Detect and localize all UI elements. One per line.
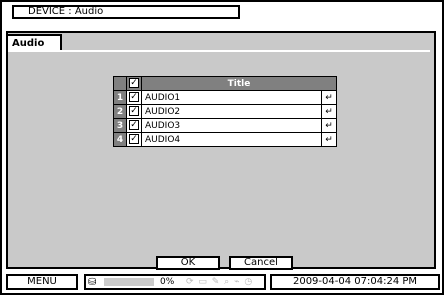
table-row: 2 ✓ AUDIO2 ↵	[113, 104, 337, 119]
audio-table: ✓ Title 1 ✓ AUDIO1 ↵ 2 ✓ AUDIO2 ↵ 3 ✓ AU…	[113, 76, 337, 147]
page-title: DEVICE : Audio	[12, 5, 240, 19]
header-title: Title	[141, 76, 337, 91]
enter-icon[interactable]: ↵	[321, 132, 337, 147]
row-title: AUDIO3	[141, 118, 322, 133]
select-all-checkbox[interactable]: ✓	[129, 78, 139, 88]
disk-usage-bar	[104, 278, 154, 286]
header-num-cell	[113, 76, 127, 91]
row-checkbox-cell[interactable]: ✓	[126, 90, 142, 105]
row-number: 3	[113, 118, 127, 133]
table-row: 4 ✓ AUDIO4 ↵	[113, 132, 337, 147]
disk-usage-percent: 0%	[160, 277, 175, 287]
disk-icon: ⛁	[88, 277, 97, 288]
row-title: AUDIO1	[141, 90, 322, 105]
datetime-display: 2009-04-04 07:04:24 PM	[270, 274, 440, 290]
row-checkbox-cell[interactable]: ✓	[126, 104, 142, 119]
row-checkbox-cell[interactable]: ✓	[126, 132, 142, 147]
row-title: AUDIO2	[141, 104, 322, 119]
row-checkbox-cell[interactable]: ✓	[126, 118, 142, 133]
ok-button[interactable]: OK	[156, 256, 220, 270]
row-title: AUDIO4	[141, 132, 322, 147]
status-icons: ⟳ ▭ ✎ ⌕ ⌁ ◷	[186, 277, 254, 287]
row-checkbox[interactable]: ✓	[129, 92, 139, 102]
table-header-row: ✓ Title	[113, 76, 337, 91]
row-checkbox[interactable]: ✓	[129, 134, 139, 144]
row-number: 2	[113, 104, 127, 119]
enter-icon[interactable]: ↵	[321, 104, 337, 119]
row-checkbox[interactable]: ✓	[129, 120, 139, 130]
tab-divider	[10, 50, 430, 52]
enter-icon[interactable]: ↵	[321, 90, 337, 105]
menu-button[interactable]: MENU	[6, 274, 78, 290]
row-number: 1	[113, 90, 127, 105]
header-checkbox-cell[interactable]: ✓	[126, 76, 142, 91]
table-row: 3 ✓ AUDIO3 ↵	[113, 118, 337, 133]
enter-icon[interactable]: ↵	[321, 118, 337, 133]
row-number: 4	[113, 132, 127, 147]
status-indicators: ⛁ 0% ⟳ ▭ ✎ ⌕ ⌁ ◷	[84, 274, 266, 290]
cancel-button[interactable]: Cancel	[229, 256, 293, 270]
table-row: 1 ✓ AUDIO1 ↵	[113, 90, 337, 105]
row-checkbox[interactable]: ✓	[129, 106, 139, 116]
